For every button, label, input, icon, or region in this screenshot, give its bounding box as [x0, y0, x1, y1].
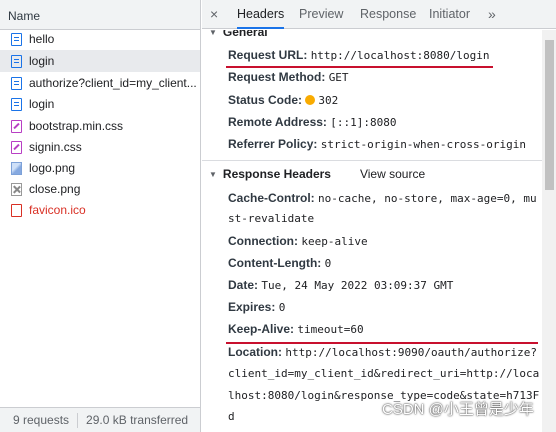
- location-value-continued-1: client_id=my_client_id&redirect_uri=http…: [228, 367, 540, 380]
- remote-address-key: Remote Address:: [228, 115, 327, 129]
- request-item-favicon-ico[interactable]: favicon.ico: [0, 199, 200, 221]
- expand-triangle-icon: ▼: [209, 169, 217, 179]
- document-icon: [11, 32, 22, 46]
- connection-key: Connection:: [228, 234, 298, 248]
- request-list-panel: Name hello login authorize?client_id=my_…: [0, 0, 201, 432]
- general-section-header[interactable]: ▼ General: [202, 30, 542, 43]
- headers-content: ▼ General Request URL: http://localhost:…: [202, 30, 542, 432]
- referrer-policy-key: Referrer Policy:: [228, 137, 318, 151]
- footer-divider: [77, 412, 79, 428]
- request-url-value: http://localhost:8080/login: [310, 49, 490, 62]
- referrer-policy-value: strict-origin-when-cross-origin: [320, 138, 527, 151]
- request-item-close-png[interactable]: close.png: [0, 178, 200, 200]
- tab-preview[interactable]: Preview: [299, 0, 343, 29]
- date-row: Date: Tue, 24 May 2022 03:09:37 GMT: [228, 274, 542, 297]
- request-method-row: Request Method: GET: [228, 66, 542, 89]
- date-value: Tue, 24 May 2022 03:09:37 GMT: [261, 279, 454, 292]
- request-item-logo-png[interactable]: logo.png: [0, 157, 200, 179]
- keep-alive-key: Keep-Alive:: [228, 322, 295, 336]
- cache-control-value: no-cache, no-store, max-age=0, mu: [318, 192, 537, 205]
- request-item-label: authorize?client_id=my_client...: [29, 76, 197, 90]
- request-item-login-selected[interactable]: login: [0, 50, 200, 72]
- expires-value: 0: [278, 301, 286, 314]
- error-file-icon: [11, 203, 22, 217]
- broken-image-icon: [11, 182, 22, 196]
- request-item-label: favicon.ico: [29, 203, 86, 217]
- detail-tab-bar: × Headers Preview Response Initiator »: [202, 0, 556, 29]
- csdn-watermark: CSDN @小王曾是少年: [382, 401, 534, 418]
- location-row: Location: http://localhost:9090/oauth/au…: [228, 341, 542, 364]
- section-divider: [202, 160, 542, 161]
- request-item-signin-css[interactable]: signin.css: [0, 136, 200, 158]
- content-length-value: 0: [324, 257, 332, 270]
- keep-alive-row: Keep-Alive: timeout=60: [228, 318, 542, 341]
- close-icon[interactable]: ×: [210, 0, 218, 29]
- request-item-label: login: [29, 97, 55, 111]
- document-icon: [11, 54, 22, 68]
- request-item-bootstrap-css[interactable]: bootstrap.min.css: [0, 115, 200, 137]
- request-method-key: Request Method:: [228, 70, 326, 84]
- request-item-label: hello: [29, 32, 55, 46]
- stylesheet-icon: [11, 119, 22, 133]
- request-item-label: login: [29, 54, 55, 68]
- request-url-key: Request URL:: [228, 48, 308, 62]
- view-source-link[interactable]: View source: [360, 167, 425, 181]
- request-item-label: close.png: [29, 182, 81, 196]
- document-icon: [11, 76, 22, 90]
- expires-row: Expires: 0: [228, 296, 542, 319]
- connection-value: keep-alive: [301, 235, 368, 248]
- location-key: Location:: [228, 345, 282, 359]
- more-tabs-chevron-icon[interactable]: »: [488, 0, 496, 29]
- status-code-row: Status Code: 302: [228, 89, 542, 112]
- request-item-label: signin.css: [29, 140, 82, 154]
- expires-key: Expires:: [228, 300, 276, 314]
- cache-control-row: Cache-Control: no-cache, no-store, max-a…: [228, 187, 542, 210]
- transferred-size: 29.0 kB transferred: [86, 413, 189, 427]
- network-summary-bar: 9 requests 29.0 kB transferred: [0, 407, 200, 432]
- connection-row: Connection: keep-alive: [228, 230, 542, 253]
- request-item-authorize[interactable]: authorize?client_id=my_client...: [0, 72, 200, 94]
- image-icon: [11, 161, 22, 175]
- cache-control-value-continued: st-revalidate: [228, 212, 315, 225]
- request-count: 9 requests: [13, 413, 70, 427]
- response-headers-section-header[interactable]: ▼ Response Headers View source: [202, 163, 542, 185]
- request-item-label: logo.png: [29, 161, 76, 175]
- tab-response[interactable]: Response: [360, 0, 416, 29]
- document-icon: [11, 97, 22, 111]
- tab-initiator[interactable]: Initiator: [429, 0, 470, 29]
- status-dot-icon: [305, 95, 316, 105]
- remote-address-value: [::1]:8080: [330, 116, 397, 129]
- content-scrollbar[interactable]: [542, 30, 556, 432]
- content-length-key: Content-Length:: [228, 256, 322, 270]
- response-headers-title: Response Headers: [222, 167, 331, 181]
- scrollbar-thumb[interactable]: [545, 40, 554, 190]
- name-column-header[interactable]: Name: [0, 0, 200, 30]
- cache-control-key: Cache-Control:: [228, 191, 315, 205]
- location-value: http://localhost:9090/oauth/authorize?: [285, 346, 538, 359]
- status-code-value: 302: [318, 94, 339, 107]
- remote-address-row: Remote Address: [::1]:8080: [228, 111, 542, 134]
- request-url-row: Request URL: http://localhost:8080/login: [228, 44, 542, 67]
- request-method-value: GET: [328, 71, 349, 84]
- general-title: General: [222, 30, 268, 39]
- request-item-label: bootstrap.min.css: [29, 119, 124, 133]
- date-key: Date:: [228, 278, 259, 292]
- referrer-policy-row: Referrer Policy: strict-origin-when-cros…: [228, 133, 542, 156]
- request-item-login[interactable]: login: [0, 93, 200, 115]
- stylesheet-icon: [11, 140, 22, 154]
- expand-triangle-icon: ▼: [209, 30, 217, 37]
- request-item-hello[interactable]: hello: [0, 28, 200, 50]
- content-length-row: Content-Length: 0: [228, 252, 542, 275]
- status-code-key: Status Code:: [228, 93, 303, 107]
- keep-alive-value: timeout=60: [297, 323, 364, 336]
- tab-headers[interactable]: Headers: [237, 0, 285, 29]
